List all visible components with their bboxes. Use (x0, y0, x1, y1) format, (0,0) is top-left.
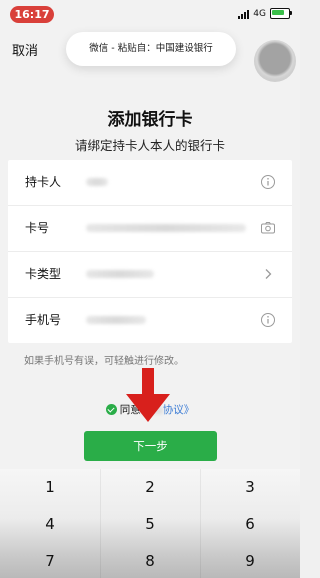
phone-label: 手机号 (25, 313, 62, 327)
info-icon[interactable] (260, 174, 276, 190)
signal-icon (238, 9, 250, 19)
card-number-label: 卡号 (25, 221, 50, 235)
next-button[interactable]: 下一步 (84, 431, 217, 461)
status-indicators: 4G (238, 8, 292, 19)
battery-icon (270, 8, 292, 19)
key-4[interactable]: 4 (0, 506, 100, 542)
cardholder-label: 持卡人 (25, 175, 62, 189)
card-type-value (86, 270, 154, 278)
card-number-row[interactable]: 卡号 (8, 206, 292, 252)
cancel-button[interactable]: 取消 (12, 40, 38, 59)
page-title: 添加银行卡 (107, 110, 193, 130)
key-9[interactable]: 9 (200, 543, 300, 578)
card-type-label: 卡类型 (25, 267, 62, 281)
key-7[interactable]: 7 (0, 543, 100, 578)
key-5[interactable]: 5 (100, 506, 200, 542)
card-form: 持卡人 卡号 卡类型 手机号 (8, 160, 292, 343)
status-bar: 16:17 4G (0, 0, 300, 28)
key-2[interactable]: 2 (100, 469, 200, 505)
key-6[interactable]: 6 (200, 506, 300, 542)
cardholder-value (86, 178, 108, 186)
page-subtitle: 请绑定持卡人本人的银行卡 (74, 138, 225, 153)
phone-hint: 如果手机号有误，可轻触进行修改。 (24, 356, 184, 367)
network-type: 4G (253, 8, 266, 19)
phone-value (86, 316, 146, 324)
chevron-right-icon (265, 269, 272, 279)
cardholder-row[interactable]: 持卡人 (8, 160, 292, 206)
add-bank-card-screen: 16:17 4G 取消 微信 - 粘贴自：中国建设银行 添加银行卡 请绑定持卡人… (0, 0, 300, 578)
clipboard-toast[interactable]: 微信 - 粘贴自：中国建设银行 (66, 32, 236, 66)
card-type-row[interactable]: 卡类型 (8, 252, 292, 298)
key-1[interactable]: 1 (0, 469, 100, 505)
key-8[interactable]: 8 (100, 543, 200, 578)
header: 取消 微信 - 粘贴自：中国建设银行 (0, 28, 300, 86)
phone-row[interactable]: 手机号 (8, 298, 292, 343)
check-icon[interactable] (105, 404, 117, 415)
red-arrow-down-icon (126, 368, 170, 422)
card-number-value (86, 224, 246, 232)
camera-icon[interactable] (260, 220, 276, 236)
status-time: 16:17 (10, 6, 54, 23)
floating-assistive-button[interactable] (254, 40, 296, 82)
info-icon[interactable] (260, 312, 276, 328)
numeric-keypad: 1 2 3 4 5 6 7 8 9 (0, 469, 300, 578)
key-3[interactable]: 3 (200, 469, 300, 505)
